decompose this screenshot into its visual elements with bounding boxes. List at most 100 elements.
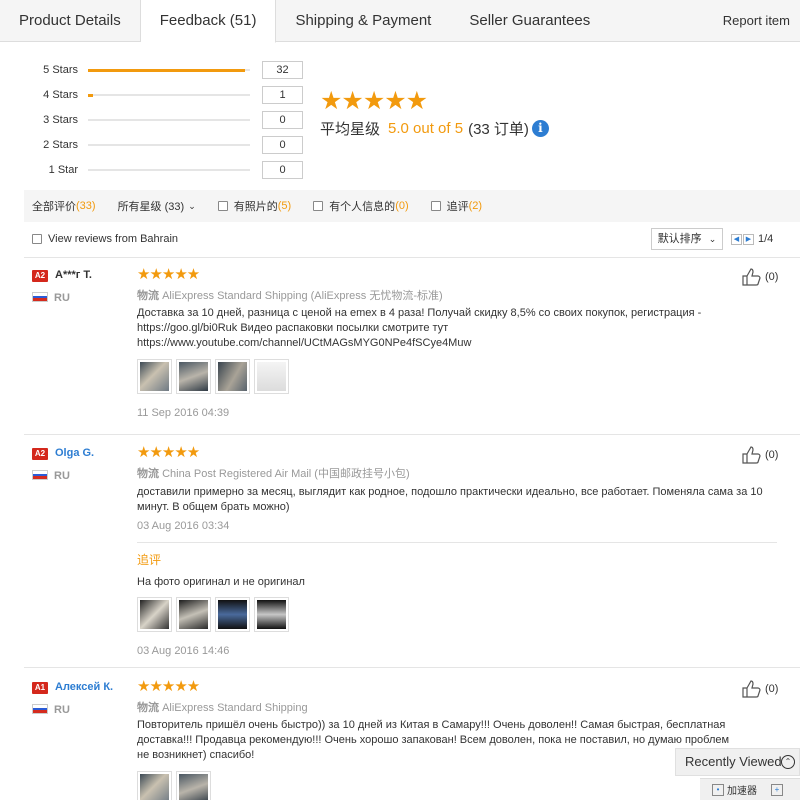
dist-row-4[interactable]: 4 Stars 1 <box>0 85 310 105</box>
reviewer-country: RU <box>54 704 70 716</box>
buyer-level-badge: A2 <box>32 448 48 460</box>
sort-dropdown[interactable]: 默认排序 ⌄ <box>651 228 723 250</box>
filter-all-count: (33) <box>76 200 96 212</box>
pager: ◀ ▶ 1/4 <box>731 233 773 245</box>
review-photos <box>137 771 215 800</box>
review-photo[interactable] <box>215 597 250 632</box>
review-photo[interactable] <box>254 359 289 394</box>
helpful-count: (0) <box>765 683 779 695</box>
review-photo[interactable] <box>176 597 211 632</box>
helpful-count: (0) <box>765 449 779 461</box>
review-photo[interactable] <box>215 359 250 394</box>
tab-bar: Product Details Feedback (51) Shipping &… <box>0 0 800 43</box>
average-score: 5.0 out of 5 <box>388 120 464 137</box>
accelerator-label[interactable]: 加速器 <box>727 782 757 797</box>
review-photo[interactable] <box>254 597 289 632</box>
accelerator-icon: • <box>712 783 724 796</box>
followup-label: 追评 <box>137 553 162 567</box>
buyer-level-badge: A1 <box>32 682 48 694</box>
review-date: 03 Aug 2016 03:34 <box>137 520 230 532</box>
dist-bar-track <box>88 94 250 97</box>
russia-flag-icon <box>32 704 48 714</box>
review-text: Повторитель пришёл очень быстро)) за 10 … <box>137 719 730 761</box>
personal-checkbox[interactable] <box>313 201 324 211</box>
tab-feedback[interactable]: Feedback (51) <box>140 0 277 43</box>
average-label: 平均星级 <box>320 121 381 138</box>
helpful-button[interactable]: (0) <box>742 268 778 286</box>
dist-count: 0 <box>262 136 303 154</box>
filter-photos-label: 有照片的 <box>233 201 278 213</box>
shipping-method: 物流 China Post Registered Air Mail (中国邮政挂… <box>137 465 410 481</box>
dist-bar-fill <box>88 69 246 72</box>
sort-label: 默认排序 <box>657 233 702 245</box>
review-stars: ★★★★★ <box>137 678 200 695</box>
next-page-button[interactable]: ▶ <box>743 233 754 245</box>
tab-seller-guarantees[interactable]: Seller Guarantees <box>450 0 609 42</box>
filter-personal-count: (0) <box>395 200 409 212</box>
russia-flag-icon <box>32 470 48 480</box>
browser-status-bar: • 加速器 + <box>700 778 800 800</box>
tab-product-details[interactable]: Product Details <box>0 0 141 42</box>
review-photo[interactable] <box>137 597 172 632</box>
review-stars: ★★★★★ <box>137 266 200 283</box>
dist-count: 0 <box>262 111 303 129</box>
average-stars: ★★★★★ <box>320 87 428 115</box>
thumbs-up-icon <box>742 268 761 286</box>
reviewer-name[interactable]: Алексей К. <box>55 681 113 693</box>
helpful-button[interactable]: (0) <box>742 446 778 464</box>
dist-bar-track <box>88 119 250 121</box>
followup-checkbox[interactable] <box>430 201 441 211</box>
dist-row-1[interactable]: 1 Star 0 <box>0 160 310 180</box>
review-photo[interactable] <box>176 359 211 394</box>
filter-personal[interactable]: 有个人信息的 (0) <box>313 198 409 214</box>
dist-label: 4 Stars <box>43 89 78 101</box>
prev-page-button[interactable]: ◀ <box>731 233 742 245</box>
followup-photos <box>137 597 293 632</box>
country-checkbox[interactable] <box>32 234 42 244</box>
recently-viewed-panel[interactable]: Recently Viewed ⌃ <box>675 748 800 776</box>
photos-checkbox[interactable] <box>217 201 228 211</box>
filter-all-label: 全部评价 <box>32 201 76 213</box>
review-text: Доставка за 10 дней, разница с ценой на … <box>137 307 702 349</box>
add-icon[interactable]: + <box>771 783 783 796</box>
dist-bar-track <box>88 69 250 72</box>
dist-row-2[interactable]: 2 Stars 0 <box>0 135 310 155</box>
review-photos <box>137 359 293 394</box>
reviewer-name[interactable]: Olga G. <box>55 447 94 459</box>
shipping-value: AliExpress Standard Shipping <box>162 702 308 714</box>
chevron-down-icon: ⌄ <box>708 234 717 244</box>
filter-followup-label: 追评 <box>446 201 469 213</box>
followup-date: 03 Aug 2016 14:46 <box>137 645 230 657</box>
dist-row-3[interactable]: 3 Stars 0 <box>0 110 310 130</box>
info-icon[interactable]: i <box>531 120 549 137</box>
filter-stars-label: 所有星级 (33) <box>117 201 185 213</box>
chevron-down-icon: ⌄ <box>188 200 196 211</box>
review-stars: ★★★★★ <box>137 444 200 461</box>
report-item-link[interactable]: Report item <box>723 0 790 42</box>
shipping-method: 物流 AliExpress Standard Shipping <box>137 699 308 715</box>
dist-row-5[interactable]: 5 Stars 32 <box>0 60 310 80</box>
filter-followup[interactable]: 追评 (2) <box>430 198 483 214</box>
reviewer-country: RU <box>54 470 70 482</box>
review-photo[interactable] <box>137 359 172 394</box>
thumbs-up-icon <box>742 680 761 698</box>
helpful-button[interactable]: (0) <box>742 680 778 698</box>
order-count: (33 订单) <box>468 121 529 138</box>
review-photo[interactable] <box>176 771 211 800</box>
review-photo[interactable] <box>137 771 172 800</box>
filter-photos-count: (5) <box>277 200 292 212</box>
dist-count: 32 <box>262 61 303 79</box>
dist-count: 1 <box>262 86 303 104</box>
dist-label: 2 Stars <box>43 139 78 151</box>
divider <box>137 542 777 543</box>
tab-shipping-payment[interactable]: Shipping & Payment <box>276 0 450 42</box>
helpful-count: (0) <box>765 271 779 283</box>
filter-all[interactable]: 全部评价 (33) <box>32 198 96 214</box>
view-country-filter[interactable]: View reviews from Bahrain <box>32 229 178 249</box>
divider <box>24 257 800 258</box>
page-indicator: 1/4 <box>758 233 774 245</box>
filter-photos[interactable]: 有照片的 (5) <box>217 198 292 214</box>
filter-personal-label: 有个人信息的 <box>329 201 396 213</box>
filter-followup-count: (2) <box>468 200 483 212</box>
filter-stars-dropdown[interactable]: 所有星级 (33) ⌄ <box>118 198 196 214</box>
